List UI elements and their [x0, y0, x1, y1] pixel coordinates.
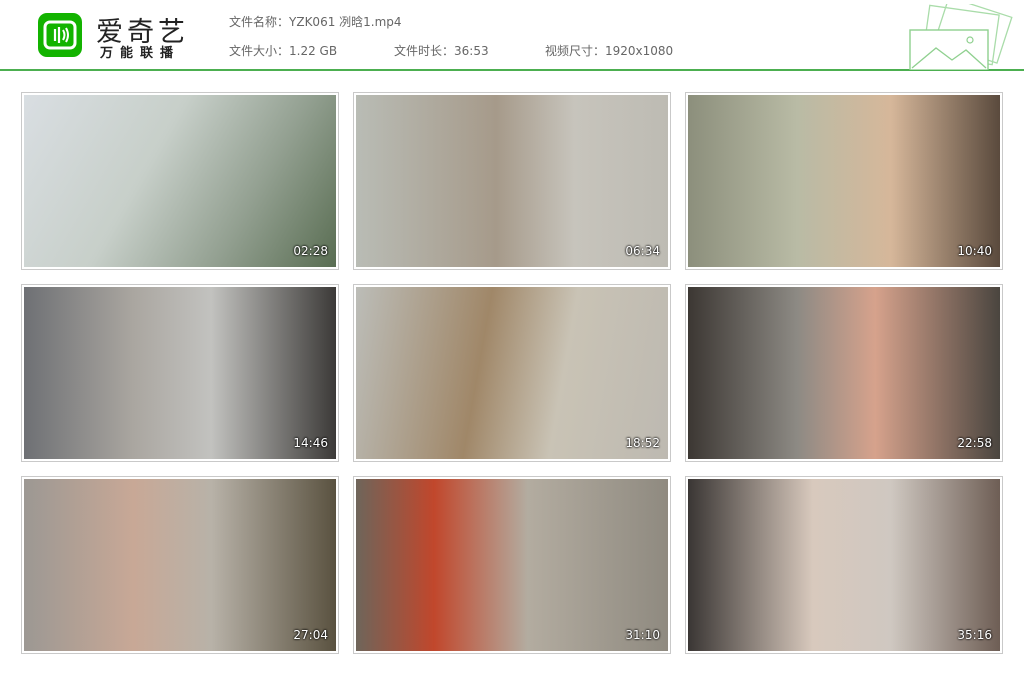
timestamp-label: 35:16: [957, 628, 992, 642]
brand-subtitle: 万能联播: [100, 46, 181, 61]
timestamp-label: 02:28: [293, 244, 328, 258]
timestamp-label: 31:10: [625, 628, 660, 642]
timestamp-label: 22:58: [957, 436, 992, 450]
iqiyi-logo: [38, 13, 82, 57]
thumbnail-frame[interactable]: 02:28: [21, 92, 339, 270]
picture-stack-icon: [909, 4, 1013, 70]
video-frame-image: [356, 287, 668, 459]
file-size-label: 文件大小：: [229, 44, 290, 58]
thumbnail-frame[interactable]: 06:34: [353, 92, 671, 270]
thumbnail-frame[interactable]: 18:52: [353, 284, 671, 462]
video-frame-image: [356, 95, 668, 267]
timestamp-label: 27:04: [293, 628, 328, 642]
video-frame-image: [688, 287, 1000, 459]
thumbnail-frame[interactable]: 31:10: [353, 476, 671, 654]
video-frame-image: [356, 479, 668, 651]
video-resolution-value: 1920x1080: [605, 44, 674, 58]
video-frame-image: [688, 479, 1000, 651]
video-resolution-info: 视频尺寸：1920x1080: [545, 42, 673, 59]
file-size-info: 文件大小：1.22 GB: [229, 42, 337, 59]
video-frame-image: [688, 95, 1000, 267]
video-frame-image: [24, 95, 336, 267]
thumbnail-frame[interactable]: 35:16: [685, 476, 1003, 654]
timestamp-label: 10:40: [957, 244, 992, 258]
file-size-value: 1.22 GB: [289, 44, 338, 58]
file-name-label: 文件名称：: [229, 15, 290, 29]
thumbnail-frame[interactable]: 10:40: [685, 92, 1003, 270]
thumbnail-frame[interactable]: 22:58: [685, 284, 1003, 462]
video-frame-image: [24, 287, 336, 459]
file-name-value: YZK061 冽晗1.mp4: [289, 15, 402, 29]
video-resolution-label: 视频尺寸：: [545, 44, 606, 58]
file-duration-value: 36:53: [454, 44, 489, 58]
timestamp-label: 14:46: [293, 436, 328, 450]
thumbnail-frame[interactable]: 14:46: [21, 284, 339, 462]
thumbnail-frame[interactable]: 27:04: [21, 476, 339, 654]
timestamp-label: 06:34: [625, 244, 660, 258]
file-name-info: 文件名称：YZK061 冽晗1.mp4: [229, 13, 402, 30]
video-frame-image: [24, 479, 336, 651]
timestamp-label: 18:52: [625, 436, 660, 450]
file-duration-info: 文件时长：36:53: [394, 42, 489, 59]
header-bar: 爱奇艺 万能联播 文件名称：YZK061 冽晗1.mp4 文件大小：1.22 G…: [0, 0, 1024, 71]
file-duration-label: 文件时长：: [394, 44, 455, 58]
